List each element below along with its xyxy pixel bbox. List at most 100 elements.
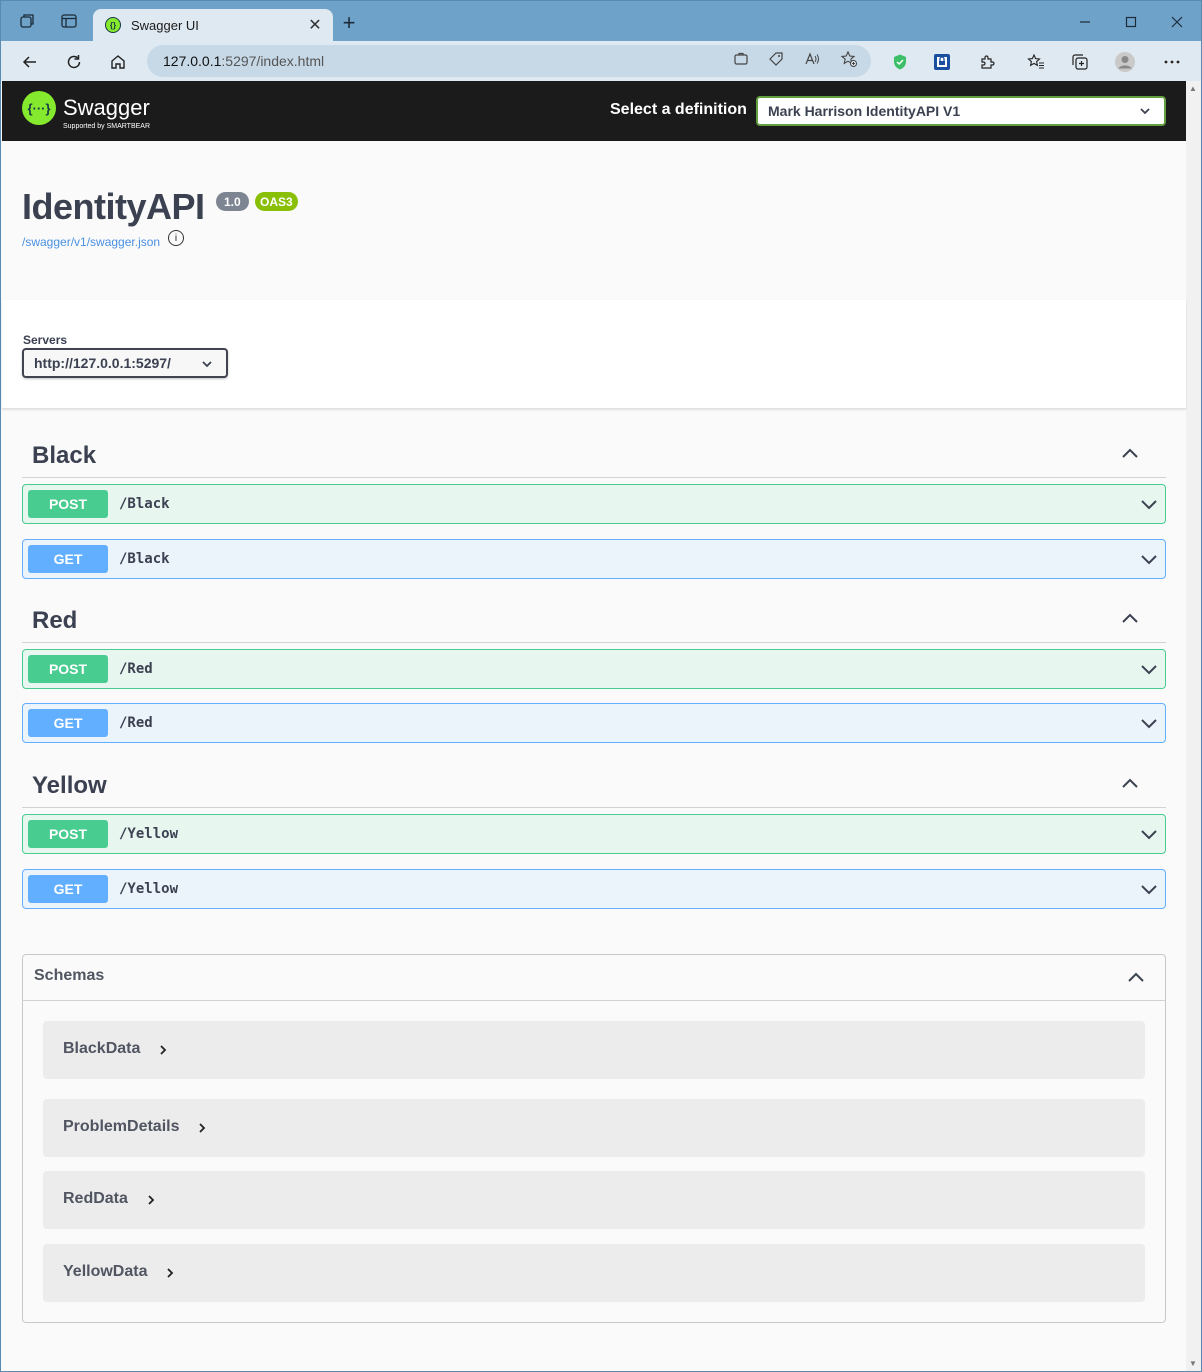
profile-icon[interactable] — [1114, 51, 1136, 73]
tab-title: Swagger UI — [131, 17, 199, 33]
title-bar: {} Swagger UI ✕ + — [1, 1, 1201, 41]
servers-label: Servers — [23, 333, 68, 347]
method-badge: POST — [28, 820, 108, 848]
chevron-down-icon — [202, 361, 212, 368]
oas-badge: OAS3 — [255, 192, 298, 211]
model-problemdetails[interactable]: ProblemDetails — [43, 1099, 1145, 1157]
tag-section-red[interactable]: Red — [22, 597, 1166, 643]
chevron-down-icon[interactable] — [1139, 494, 1159, 514]
chevron-right-icon[interactable] — [196, 1122, 208, 1134]
servers-section: Servers http://127.0.0.1:5297/ — [2, 300, 1186, 409]
chevron-up-icon[interactable] — [1118, 607, 1142, 631]
home-icon[interactable] — [105, 49, 131, 75]
tag-section-black[interactable]: Black — [22, 432, 1166, 478]
swagger-logo-icon: {···} — [22, 91, 56, 125]
collections-icon[interactable] — [1069, 51, 1091, 73]
tag-title: Yellow — [32, 772, 107, 799]
url-bar[interactable]: i 127.0.0.1:5297/index.html — [147, 45, 871, 246]
method-badge: GET — [28, 545, 108, 573]
model-name: RedData — [63, 1190, 128, 1207]
operation-path: /Black — [119, 551, 170, 567]
method-badge: POST — [28, 490, 108, 518]
model-reddata[interactable]: RedData — [43, 1171, 1145, 1229]
chevron-up-icon[interactable] — [1118, 772, 1142, 796]
url-host: 127.0.0.1 — [163, 53, 222, 69]
operation-path: /Black — [119, 496, 170, 512]
operation-path: /Yellow — [119, 881, 179, 897]
chevron-up-icon[interactable] — [1118, 442, 1142, 466]
swagger-logo-text: Swagger — [63, 95, 150, 120]
servers-select[interactable]: http://127.0.0.1:5297/ — [22, 348, 228, 378]
address-toolbar: i 127.0.0.1:5297/index.html — [1, 41, 1201, 246]
scroll-up-icon[interactable]: ▲ — [1189, 84, 1197, 93]
select-definition-label: Select a definition — [610, 101, 747, 118]
operation-post-red[interactable]: POST /Red — [22, 649, 1166, 689]
chevron-down-icon[interactable] — [1139, 659, 1159, 679]
page-scrollbar[interactable]: ▲ ▼ — [1186, 81, 1201, 1371]
chevron-down-icon[interactable] — [1139, 824, 1159, 844]
swagger-favicon-icon: {} — [105, 17, 121, 33]
servers-select-value: http://127.0.0.1:5297/ — [34, 355, 171, 371]
schemas-header[interactable]: Schemas — [23, 955, 1165, 1001]
swagger-topbar: {···} Swagger Supported by SMARTBEAR Sel… — [2, 81, 1186, 141]
chevron-down-icon — [1140, 108, 1150, 115]
spec-json-link[interactable]: /swagger/v1/swagger.json — [22, 235, 160, 249]
definition-select[interactable]: Mark Harrison IdentityAPI V1 — [756, 96, 1166, 126]
operation-get-black[interactable]: GET /Black — [22, 539, 1166, 579]
method-badge: GET — [28, 709, 108, 737]
tag-title: Black — [32, 442, 97, 469]
schemas-section: Schemas BlackData ProblemDetails RedData… — [22, 954, 1166, 1323]
info-icon[interactable]: i — [168, 230, 184, 246]
model-blackdata[interactable]: BlackData — [43, 1021, 1145, 1079]
favorite-add-icon[interactable] — [839, 49, 859, 69]
tag-icon[interactable] — [766, 49, 786, 69]
read-aloud-icon[interactable] — [802, 49, 822, 69]
tag-section-yellow[interactable]: Yellow — [22, 762, 1166, 808]
chevron-up-icon[interactable] — [1125, 967, 1147, 989]
browser-tab[interactable]: {} Swagger UI ✕ — [93, 9, 333, 41]
operation-get-red[interactable]: GET /Red — [22, 703, 1166, 743]
model-yellowdata[interactable]: YellowData — [43, 1244, 1145, 1302]
tag-title: Red — [32, 607, 78, 634]
minimize-icon[interactable] — [1073, 11, 1097, 33]
tab-close-icon[interactable]: ✕ — [305, 15, 325, 35]
app-available-icon[interactable] — [731, 49, 751, 69]
operation-post-black[interactable]: POST /Black — [22, 484, 1166, 524]
swagger-logo-subtitle: Supported by SMARTBEAR — [63, 123, 151, 130]
method-badge: POST — [28, 655, 108, 683]
model-name: YellowData — [63, 1263, 148, 1280]
more-icon[interactable] — [1161, 51, 1183, 73]
definition-select-value: Mark Harrison IdentityAPI V1 — [768, 103, 961, 119]
operation-get-yellow[interactable]: GET /Yellow — [22, 869, 1166, 909]
refresh-icon[interactable] — [61, 49, 87, 75]
chevron-right-icon[interactable] — [157, 1044, 169, 1056]
chevron-down-icon[interactable] — [1139, 879, 1159, 899]
extensions-icon[interactable] — [976, 51, 998, 73]
url-path: :5297/index.html — [221, 53, 325, 69]
version-badge: 1.0 — [216, 192, 249, 211]
api-info: IdentityAPI 1.0 OAS3 /swagger/v1/swagger… — [22, 186, 298, 249]
shield-icon[interactable] — [889, 51, 911, 73]
window-close-icon[interactable] — [1165, 11, 1189, 33]
tab-actions-icon[interactable] — [57, 9, 81, 33]
favorites-icon[interactable] — [1025, 51, 1047, 73]
chevron-down-icon[interactable] — [1139, 713, 1159, 733]
operation-path: /Red — [119, 661, 153, 677]
chevron-right-icon[interactable] — [145, 1194, 157, 1206]
extension-badge-icon[interactable] — [931, 51, 953, 73]
method-badge: GET — [28, 875, 108, 903]
operation-path: /Red — [119, 715, 153, 731]
schemas-title: Schemas — [34, 967, 105, 984]
swagger-logo[interactable]: {···} Swagger Supported by SMARTBEAR — [22, 91, 150, 130]
workspaces-icon[interactable] — [15, 9, 39, 33]
new-tab-button[interactable]: + — [337, 10, 361, 35]
chevron-down-icon[interactable] — [1139, 549, 1159, 569]
chevron-right-icon[interactable] — [164, 1267, 176, 1279]
operation-path: /Yellow — [119, 826, 179, 842]
scroll-down-icon[interactable]: ▼ — [1189, 1359, 1197, 1368]
browser-window: {} Swagger UI ✕ + i 127.0.0.1:5297/index… — [0, 0, 1202, 1372]
maximize-icon[interactable] — [1119, 11, 1143, 33]
back-icon[interactable] — [17, 49, 43, 75]
model-name: ProblemDetails — [63, 1118, 180, 1135]
operation-post-yellow[interactable]: POST /Yellow — [22, 814, 1166, 854]
